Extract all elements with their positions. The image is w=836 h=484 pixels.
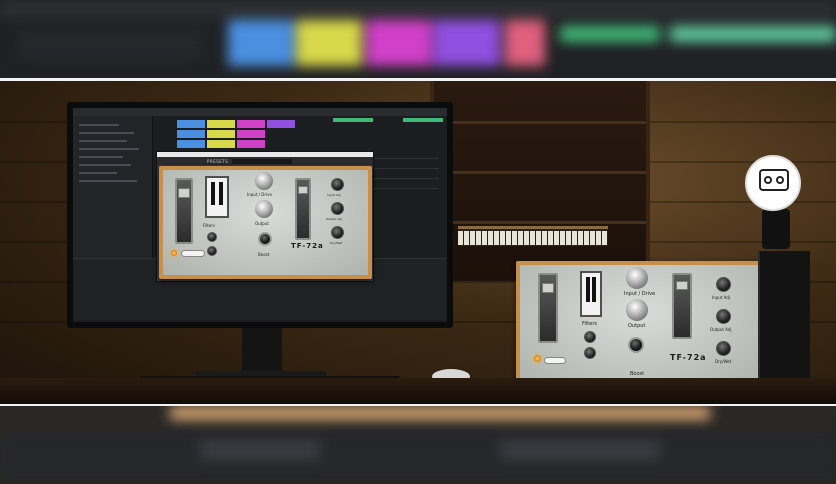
- boost-label: Boost: [630, 371, 645, 377]
- output-adj-label: Output Adj: [326, 217, 343, 221]
- clip[interactable]: [177, 140, 205, 148]
- output-label: Output: [255, 221, 269, 226]
- clip[interactable]: [237, 140, 265, 148]
- clip[interactable]: [207, 120, 235, 128]
- vu-meter: [205, 176, 229, 218]
- dry-wet-knob[interactable]: [331, 226, 344, 239]
- monitor-stand: [242, 328, 282, 374]
- page: PRESETS Filters Input / Drive Output Boo…: [0, 0, 836, 484]
- filter-knob[interactable]: [584, 347, 596, 359]
- monitor: PRESETS Filters Input / Drive Output Boo…: [67, 102, 453, 328]
- plugin-model-name: TF-72a: [670, 353, 707, 362]
- clip[interactable]: [267, 120, 295, 128]
- blurred-daw-footer: [0, 406, 836, 484]
- speaker: [758, 251, 810, 381]
- daw-toolbar: [73, 108, 447, 116]
- boost-label: Boost: [258, 252, 270, 257]
- clip[interactable]: [207, 130, 235, 138]
- power-lamp: [171, 250, 177, 256]
- plugin-face-large: Filters Input / Drive Output Boost TF-72…: [516, 261, 762, 388]
- fader-slot[interactable]: [175, 178, 193, 244]
- clip[interactable]: [333, 118, 373, 122]
- clip[interactable]: [237, 130, 265, 138]
- clip[interactable]: [177, 130, 205, 138]
- studio-scene: PRESETS Filters Input / Drive Output Boo…: [0, 81, 836, 404]
- boost-knob[interactable]: [628, 337, 644, 353]
- dry-wet-label: Dry/Wet: [715, 359, 732, 364]
- input-adj-knob[interactable]: [331, 178, 344, 191]
- plugin-panel-large: Filters Input / Drive Output Boost TF-72…: [520, 265, 758, 384]
- plugin-face-small: Filters Input / Drive Output Boost TF-72…: [159, 166, 372, 279]
- daw-screen: PRESETS Filters Input / Drive Output Boo…: [73, 108, 447, 322]
- fader-slot[interactable]: [538, 273, 558, 343]
- robot-logo-icon: [745, 155, 801, 211]
- blurred-daw-header: [0, 0, 836, 78]
- preset-label: PRESETS: [207, 158, 229, 164]
- output-adj-knob[interactable]: [716, 309, 731, 324]
- filter-knob[interactable]: [207, 246, 217, 256]
- filter-knob[interactable]: [584, 331, 596, 343]
- desk: [0, 378, 836, 404]
- clip[interactable]: [177, 120, 205, 128]
- filter-knob[interactable]: [207, 232, 217, 242]
- input-adj-label: Input Adj: [327, 193, 341, 197]
- dry-wet-knob[interactable]: [716, 341, 731, 356]
- filters-label: Filters: [582, 321, 597, 327]
- output-knob[interactable]: [255, 200, 273, 218]
- synth-keys: [458, 231, 608, 245]
- robot-body: [762, 209, 790, 249]
- fader-slot[interactable]: [672, 273, 692, 339]
- plugin-window[interactable]: PRESETS Filters Input / Drive Output Boo…: [156, 151, 374, 282]
- clip[interactable]: [237, 120, 265, 128]
- power-lamp: [534, 355, 541, 362]
- preset-bar: PRESETS: [157, 157, 373, 165]
- equipment-rack: [430, 81, 650, 281]
- input-adj-label: Input Adj: [712, 295, 730, 300]
- filters-label: Filters: [203, 223, 215, 228]
- input-adj-knob[interactable]: [716, 277, 731, 292]
- power-switch[interactable]: [544, 357, 566, 364]
- output-adj-knob[interactable]: [331, 202, 344, 215]
- clip[interactable]: [403, 118, 443, 122]
- input-drive-knob[interactable]: [626, 267, 648, 289]
- boost-knob[interactable]: [258, 232, 272, 246]
- input-drive-label: Input / Drive: [624, 291, 656, 297]
- vu-meter: [580, 271, 602, 317]
- preset-selector[interactable]: [232, 158, 293, 164]
- clip[interactable]: [207, 140, 235, 148]
- output-adj-label: Output Adj: [710, 327, 732, 332]
- plugin-model-name: TF-72a: [291, 242, 324, 250]
- output-knob[interactable]: [626, 299, 648, 321]
- output-label: Output: [628, 323, 646, 329]
- input-drive-label: Input / Drive: [247, 192, 272, 197]
- tape-machine-icon: [759, 169, 789, 191]
- dry-wet-label: Dry/Wet: [330, 241, 343, 245]
- plugin-panel: Filters Input / Drive Output Boost TF-72…: [163, 170, 368, 275]
- power-switch[interactable]: [181, 250, 205, 257]
- input-drive-knob[interactable]: [255, 172, 273, 190]
- fader-slot[interactable]: [295, 178, 311, 240]
